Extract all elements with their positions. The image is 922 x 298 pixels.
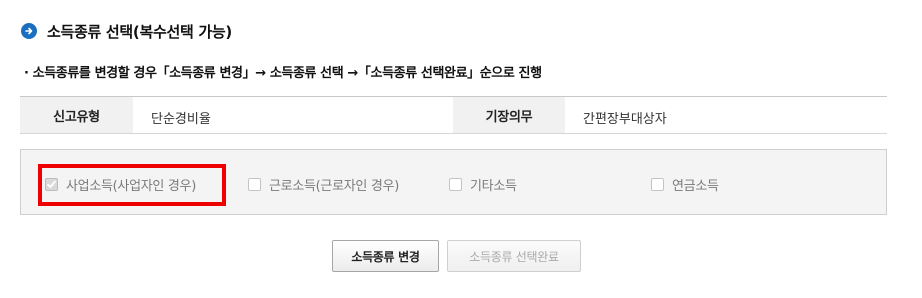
income-type-earned-label: 근로소득(근로자인 경우) — [269, 179, 399, 194]
income-type-earned[interactable]: 근로소득(근로자인 경우) — [248, 175, 399, 194]
report-type-value: 단순경비율 — [151, 111, 211, 127]
section-header: 소득종류 선택(복수선택 가능) — [21, 20, 232, 42]
info-table: 신고유형 단순경비율 기장의무 간편장부대상자 — [20, 96, 887, 134]
report-type-label: 신고유형 — [20, 97, 133, 133]
checkbox-earned[interactable] — [248, 178, 261, 191]
arrow-circle-icon — [21, 23, 37, 39]
checkbox-other[interactable] — [449, 178, 462, 191]
income-type-pension[interactable]: 연금소득 — [651, 175, 719, 194]
income-type-other-label: 기타소득 — [470, 179, 517, 194]
bookkeeping-value: 간편장부대상자 — [583, 111, 667, 127]
income-type-pension-label: 연금소득 — [672, 179, 719, 194]
change-income-type-button[interactable]: 소득종류 변경 — [332, 240, 439, 272]
complete-selection-button[interactable]: 소득종류 선택완료 — [447, 240, 581, 272]
highlight-box — [38, 164, 226, 206]
instruction-text: · 소득종류를 변경할 경우「소득종류 변경」→ 소득종류 선택 →「소득종류 … — [24, 66, 542, 81]
checkbox-pension[interactable] — [651, 178, 664, 191]
bookkeeping-label: 기장의무 — [453, 97, 565, 133]
section-title: 소득종류 선택(복수선택 가능) — [47, 22, 232, 41]
income-type-other[interactable]: 기타소득 — [449, 175, 517, 194]
